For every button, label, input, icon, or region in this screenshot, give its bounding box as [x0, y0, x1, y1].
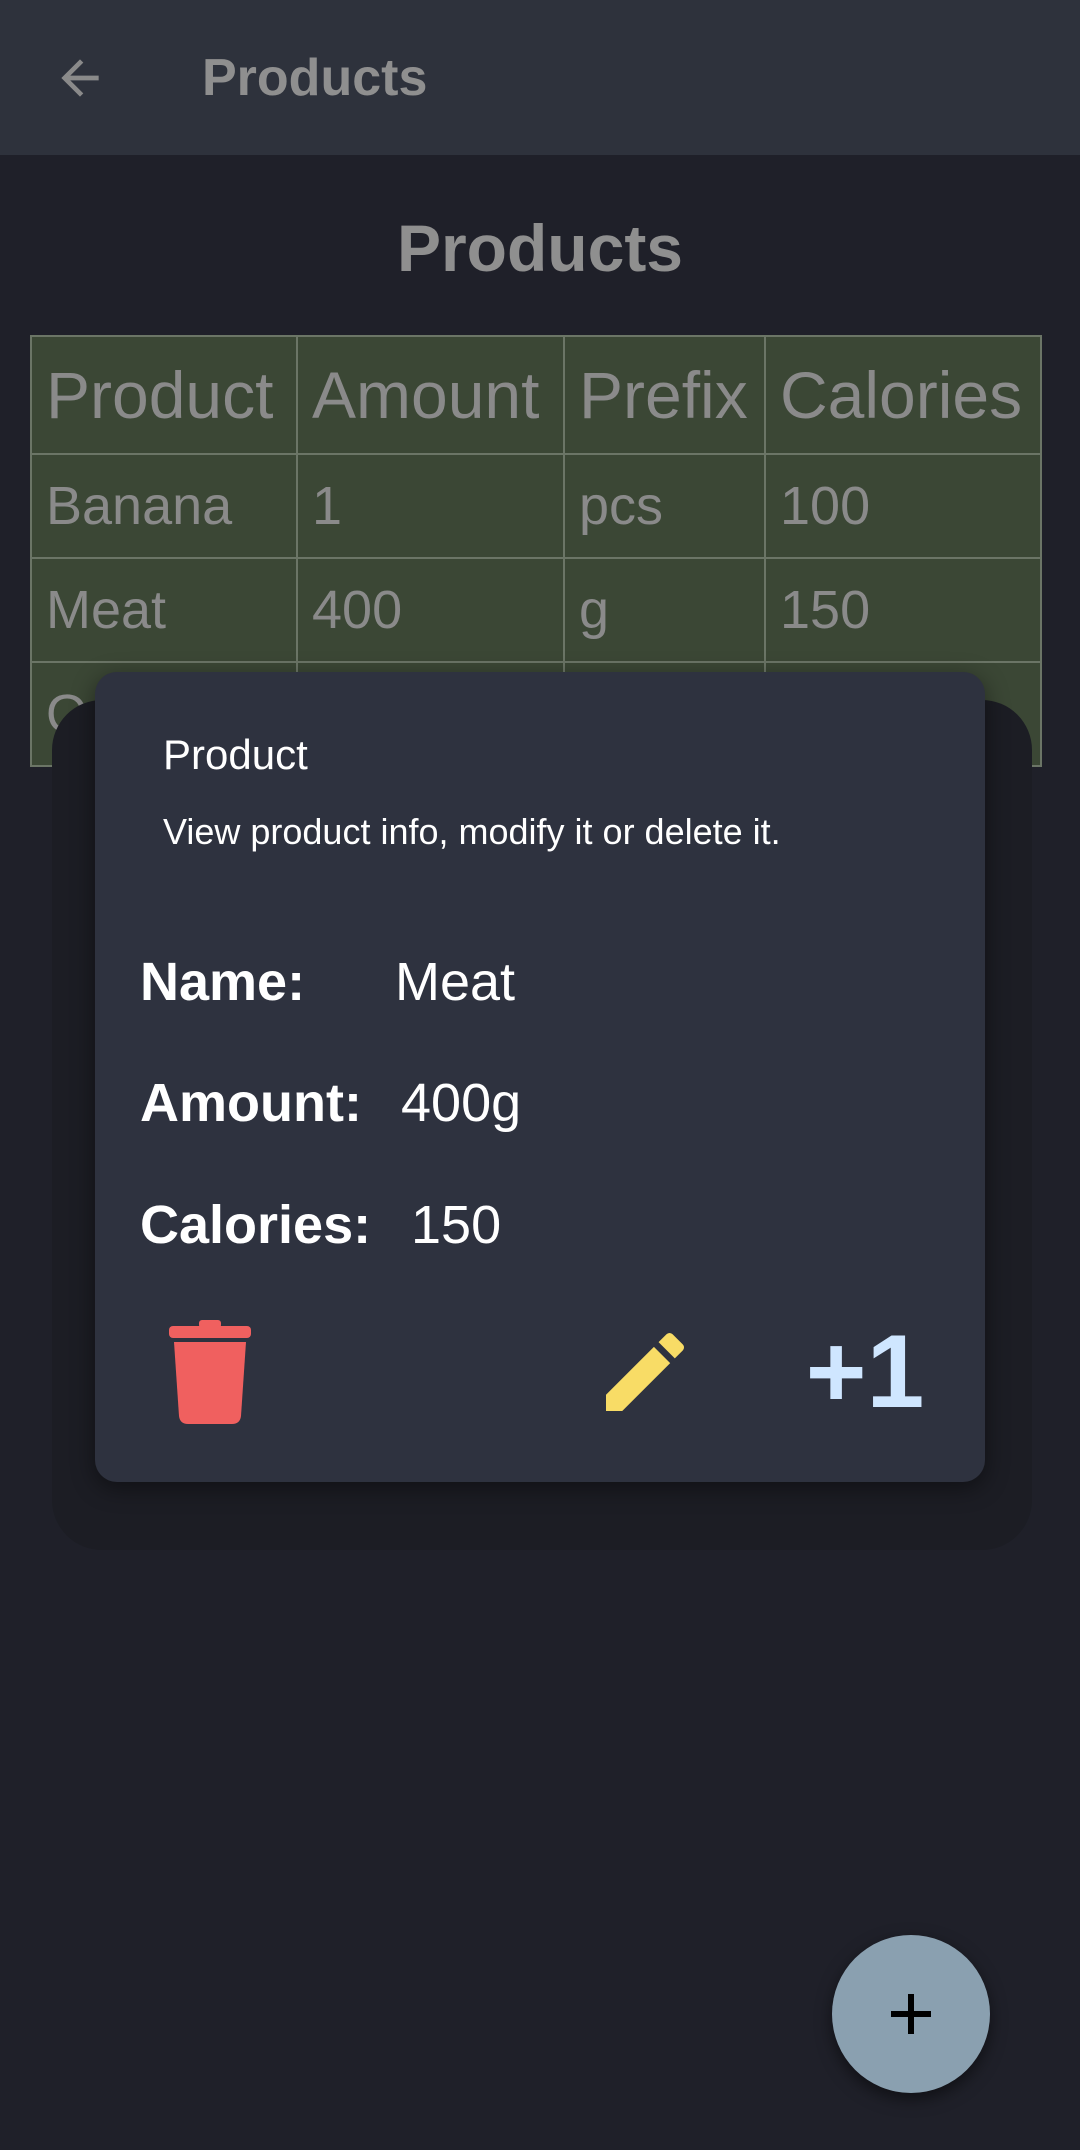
product-dialog: Product View product info, modify it or … [95, 672, 985, 1482]
dialog-subtitle: View product info, modify it or delete i… [163, 811, 781, 852]
name-value: Meat [395, 952, 516, 1012]
column-header-calories: Calories [764, 335, 1042, 455]
delete-button[interactable] [155, 1312, 265, 1432]
table-row[interactable]: Meat 400 g 150 [30, 557, 1042, 663]
column-header-product: Product [30, 335, 298, 455]
column-header-prefix: Prefix [563, 335, 766, 455]
dialog-actions: +1 [95, 1312, 985, 1442]
name-label: Name: [140, 952, 306, 1012]
column-header-amount: Amount [296, 335, 565, 455]
back-button[interactable] [40, 38, 120, 118]
add-product-button[interactable] [832, 1935, 990, 2093]
table-row[interactable]: Banana 1 pcs 100 [30, 453, 1042, 559]
table-cell-prefix: g [563, 557, 766, 663]
increment-button[interactable]: +1 [795, 1312, 935, 1432]
table-cell-calories: 150 [764, 557, 1042, 663]
app-bar: Products [0, 0, 1080, 155]
amount-value: 400g [401, 1073, 522, 1133]
plus-icon [891, 1994, 931, 2034]
pencil-icon [606, 1332, 685, 1411]
name-row: Name: Meat [140, 947, 515, 1017]
amount-row: Amount: 400g [140, 1068, 521, 1138]
table-cell-prefix: pcs [563, 453, 766, 559]
table-header-row: Product Amount Prefix Calories [30, 335, 1042, 455]
dialog-title: Product [163, 731, 308, 778]
calories-label: Calories: [140, 1195, 372, 1255]
calories-row: Calories: 150 [140, 1190, 501, 1260]
calories-value: 150 [411, 1195, 502, 1255]
table-cell-amount: 400 [296, 557, 565, 663]
trash-icon [169, 1320, 251, 1424]
table-cell-calories: 100 [764, 453, 1042, 559]
edit-button[interactable] [585, 1312, 705, 1432]
table-cell-product: Banana [30, 453, 298, 559]
table-cell-amount: 1 [296, 453, 565, 559]
amount-label: Amount: [140, 1073, 362, 1133]
arrow-left-icon [61, 59, 99, 97]
page-title: Products [396, 211, 684, 285]
table-cell-product: Meat [30, 557, 298, 663]
app-bar-title: Products [202, 49, 428, 107]
